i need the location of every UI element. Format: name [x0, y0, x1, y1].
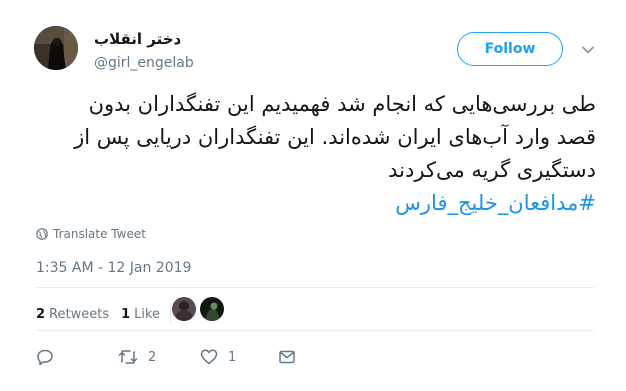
like-count: 1 [228, 349, 237, 365]
retweet-button[interactable]: 2 [118, 348, 156, 366]
like-button[interactable]: 1 [200, 348, 236, 366]
liker-avatar[interactable] [200, 297, 224, 321]
retweets-label: Retweets [49, 306, 110, 322]
chevron-down-icon[interactable] [581, 42, 595, 56]
retweets-stat[interactable]: 2 Retweets [36, 307, 109, 322]
translate-label: Translate Tweet [53, 227, 146, 241]
tweet-timestamp[interactable]: 1:35 AM - 12 Jan 2019 [36, 260, 191, 276]
tweet-line-2: قصد وارد آب‌های ایران شده‌اند. این تفنگد… [74, 125, 596, 149]
retweet-icon [118, 350, 138, 364]
likes-label: Like [134, 306, 161, 322]
divider [36, 330, 594, 331]
liker-avatar-image [172, 297, 196, 321]
divider [36, 287, 594, 288]
retweets-count: 2 [36, 306, 46, 322]
retweet-count: 2 [148, 349, 157, 365]
follow-button[interactable]: Follow [457, 32, 563, 66]
liker-avatar-image [200, 297, 224, 321]
liker-avatar[interactable] [172, 297, 196, 321]
tweet-line-3: دستگیری گریه می‌کردند [388, 158, 596, 182]
translate-tweet-link[interactable]: Translate Tweet [36, 227, 146, 241]
author-display-name[interactable]: دختر انقلاب [94, 30, 181, 48]
globe-icon [36, 228, 48, 240]
likes-count: 1 [121, 306, 131, 322]
likes-stat[interactable]: 1 Like [121, 307, 160, 322]
tweet-text: طی بررسی‌هایی که انجام شد فهمیدیم این تف… [20, 88, 596, 220]
heart-icon [200, 349, 218, 365]
reply-button[interactable] [36, 348, 54, 366]
direct-message-button[interactable] [278, 348, 296, 366]
engagement-stats: 2 Retweets 1 Like [36, 303, 172, 325]
tweet-line-1: طی بررسی‌هایی که انجام شد فهمیدیم این تف… [88, 92, 596, 116]
author-handle[interactable]: @girl_engelab [94, 55, 194, 71]
avatar-image [34, 26, 78, 70]
stats-separator [170, 303, 172, 325]
reply-icon [37, 349, 53, 366]
hashtag-link[interactable]: #مدافعان_خلیج_فارس [20, 187, 596, 220]
author-avatar[interactable] [34, 26, 78, 70]
mail-icon [279, 350, 295, 364]
